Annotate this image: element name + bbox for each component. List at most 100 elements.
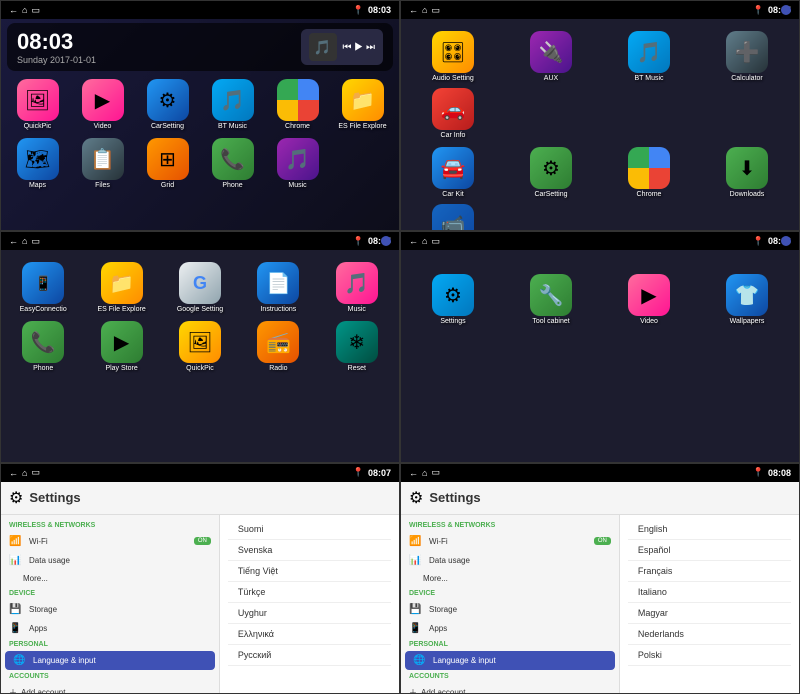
back-icon[interactable]: ← <box>9 5 18 15</box>
apps-row1: 📱EasyConnectio 📁ES File Explore GGoogle … <box>1 258 399 317</box>
lang-english[interactable]: English <box>628 519 791 540</box>
app-radio[interactable]: 📻Radio <box>242 321 314 372</box>
app-phone[interactable]: 📞Phone <box>202 138 263 189</box>
nav-dot <box>781 5 791 15</box>
app-audio-setting[interactable]: 🎛Audio Setting <box>407 31 499 82</box>
app-maps[interactable]: 🗺Maps <box>7 138 68 189</box>
app-label: Google Setting <box>177 306 223 313</box>
status-left: ← ⌂ ▭ <box>9 5 40 16</box>
files-icon: 📋 <box>82 138 124 180</box>
status-left: ← ⌂ ▭ <box>409 467 440 478</box>
lang-uyghur[interactable]: Uyghur <box>228 603 391 624</box>
app-drawer-panel: ← ⌂ ▭ 📍 08:05 🎛Audio Setting 🔌AUX 🎵BT Mu… <box>400 0 800 231</box>
section-device2: DEVICE <box>401 587 619 600</box>
app-car-kit[interactable]: 🚘Car Kit <box>407 147 499 198</box>
recents-icon[interactable]: ▭ <box>31 5 40 16</box>
carsetting2-icon: ⚙ <box>530 147 572 189</box>
app-chrome[interactable]: Chrome <box>267 79 328 130</box>
settings-storage[interactable]: 💾 Storage <box>1 600 219 619</box>
app-label: Tool cabinet <box>532 318 569 325</box>
app-quickpic[interactable]: 🖼QuickPic <box>7 79 68 130</box>
lang-suomi[interactable]: Suomi <box>228 519 391 540</box>
add-account[interactable]: ＋ Add account <box>1 683 219 694</box>
back-icon[interactable]: ← <box>409 5 418 15</box>
app-settings[interactable]: ⚙Settings <box>407 274 499 325</box>
recents-icon[interactable]: ▭ <box>431 236 440 247</box>
settings-more[interactable]: More... <box>1 570 219 587</box>
home-icon[interactable]: ⌂ <box>422 236 427 246</box>
app-reset[interactable]: ❄Reset <box>321 321 393 372</box>
easyconnection-icon: 📱 <box>22 262 64 304</box>
lang-polski[interactable]: Polski <box>628 645 791 666</box>
settings-language-input[interactable]: 🌐 Language & input <box>5 651 215 670</box>
recents-icon[interactable]: ▭ <box>31 467 40 478</box>
app-downloads[interactable]: ⬇Downloads <box>701 147 793 198</box>
settings-language-panel: ← ⌂ ▭ 📍 08:07 ⚙ Settings WIRELESS & NETW… <box>0 463 400 694</box>
app-easyconnection[interactable]: 📱EasyConnectio <box>7 262 79 313</box>
back-icon[interactable]: ← <box>9 236 18 246</box>
lang-turkce[interactable]: Türkçe <box>228 582 391 603</box>
recents-icon[interactable]: ▭ <box>431 467 440 478</box>
app-carsetting2[interactable]: ⚙CarSetting <box>505 147 597 198</box>
recents-icon[interactable]: ▭ <box>31 236 40 247</box>
lang-francais[interactable]: Français <box>628 561 791 582</box>
lang-espanol[interactable]: Español <box>628 540 791 561</box>
home-icon[interactable]: ⌂ <box>22 5 27 15</box>
add-account2[interactable]: ＋ Add account <box>401 683 619 694</box>
app-video2[interactable]: ▶Video <box>603 274 695 325</box>
settings-storage2[interactable]: 💾 Storage <box>401 600 619 619</box>
settings-data-usage[interactable]: 📊 Data usage <box>1 551 219 570</box>
app-chrome2[interactable]: Chrome <box>603 147 695 198</box>
app-esfile[interactable]: 📁ES File Explore <box>332 79 393 130</box>
app-dvr[interactable]: 📹DVR <box>407 204 499 231</box>
home-icon[interactable]: ⌂ <box>22 236 27 246</box>
lang-svenska[interactable]: Svenska <box>228 540 391 561</box>
app-google-setting[interactable]: GGoogle Setting <box>164 262 236 313</box>
app-instructions[interactable]: 📄Instructions <box>242 262 314 313</box>
recents-icon[interactable]: ▭ <box>431 5 440 16</box>
settings-data-usage2[interactable]: 📊 Data usage <box>401 551 619 570</box>
app-carsetting[interactable]: ⚙CarSetting <box>137 79 198 130</box>
lang-nederlands[interactable]: Nederlands <box>628 624 791 645</box>
app-grid[interactable]: ⊞Grid <box>137 138 198 189</box>
app-aux[interactable]: 🔌AUX <box>505 31 597 82</box>
language-list2: English Español Français Italiano Magyar… <box>620 515 799 694</box>
settings-wifi[interactable]: 📶 Wi-Fi ON <box>1 532 219 551</box>
lang-tieng-viet[interactable]: Tiếng Việt <box>228 561 391 582</box>
lang-russian[interactable]: Русский <box>228 645 391 666</box>
settings-more2[interactable]: More... <box>401 570 619 587</box>
lang-italiano[interactable]: Italiano <box>628 582 791 603</box>
app-label: Reset <box>348 365 366 372</box>
home-icon[interactable]: ⌂ <box>22 468 27 478</box>
home-icon[interactable]: ⌂ <box>422 5 427 15</box>
app-quickpic2[interactable]: 🖼QuickPic <box>164 321 236 372</box>
app-music2[interactable]: 🎵Music <box>321 262 393 313</box>
app-calculator[interactable]: ➕Calculator <box>701 31 793 82</box>
app-tool-cabinet[interactable]: 🔧Tool cabinet <box>505 274 597 325</box>
app-wallpapers[interactable]: 👕Wallpapers <box>701 274 793 325</box>
back-icon[interactable]: ← <box>409 468 418 478</box>
lang-greek[interactable]: Ελληνικά <box>228 624 391 645</box>
back-icon[interactable]: ← <box>9 468 18 478</box>
app-label: Video <box>640 318 658 325</box>
settings-language-input2[interactable]: 🌐 Language & input <box>405 651 615 670</box>
app-music[interactable]: 🎵Music <box>267 138 328 189</box>
app-bt-music[interactable]: 🎵BT Music <box>603 31 695 82</box>
app-play-store[interactable]: ▶Play Store <box>85 321 157 372</box>
app-files[interactable]: 📋Files <box>72 138 133 189</box>
back-icon[interactable]: ← <box>409 236 418 246</box>
app-phone2[interactable]: 📞Phone <box>7 321 79 372</box>
wifi-toggle2[interactable]: ON <box>594 537 611 545</box>
lang-magyar[interactable]: Magyar <box>628 603 791 624</box>
app-car-info[interactable]: 🚗Car Info <box>407 88 499 139</box>
app-video[interactable]: ▶Video <box>72 79 133 130</box>
settings-wifi2[interactable]: 📶 Wi-Fi ON <box>401 532 619 551</box>
home-icon[interactable]: ⌂ <box>422 468 427 478</box>
settings-apps[interactable]: 📱 Apps <box>1 619 219 638</box>
settings-nav2: WIRELESS & NETWORKS 📶 Wi-Fi ON 📊 Data us… <box>401 515 620 694</box>
app-btmusic[interactable]: 🎵BT Music <box>202 79 263 130</box>
app-esfile2[interactable]: 📁ES File Explore <box>85 262 157 313</box>
settings-apps2[interactable]: 📱 Apps <box>401 619 619 638</box>
wifi-toggle[interactable]: ON <box>194 537 211 545</box>
media-buttons[interactable]: ⏮ ▶ ⏭ <box>343 42 375 53</box>
